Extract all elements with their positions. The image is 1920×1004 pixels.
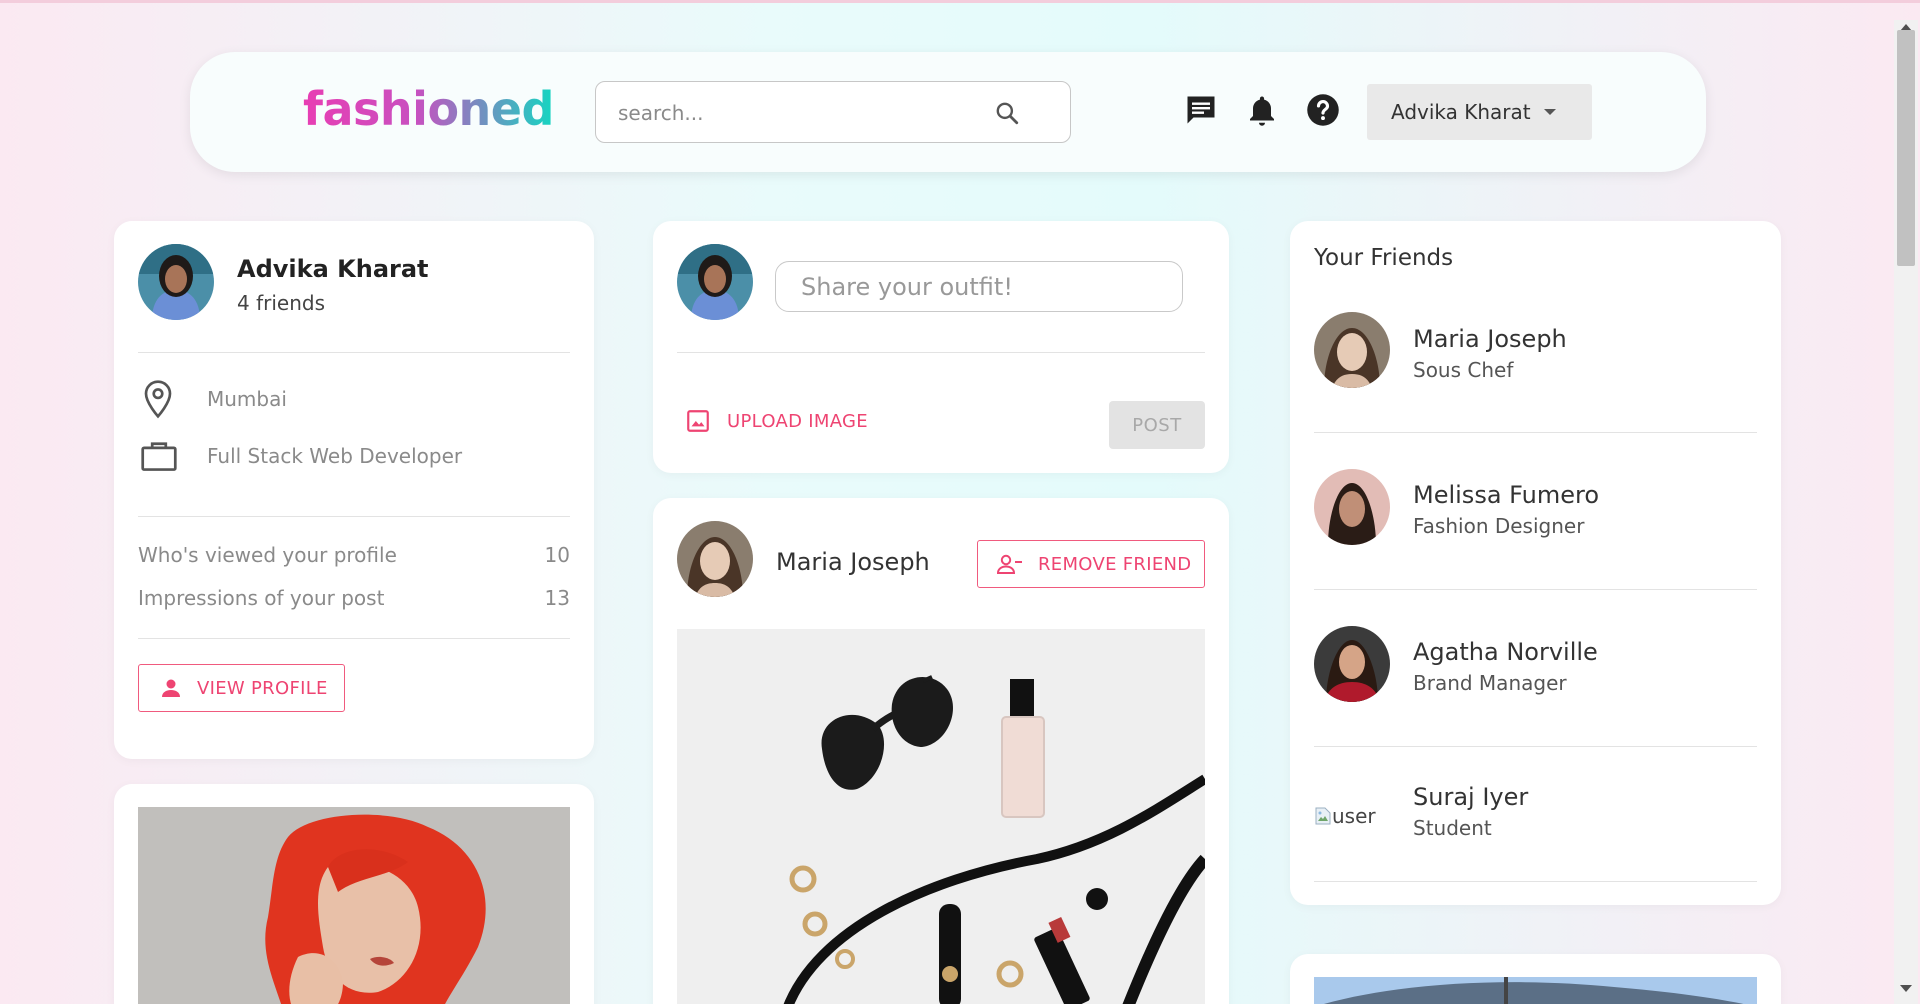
broken-image-alt: user	[1332, 804, 1376, 828]
friends-count: 4 friends	[237, 291, 325, 315]
advert-card	[114, 784, 594, 1004]
profile-card: Advika Kharat 4 friends Mumbai Full Stac…	[114, 221, 594, 759]
divider	[1314, 589, 1757, 590]
broken-image-icon	[1315, 807, 1331, 825]
search-input[interactable]	[618, 98, 978, 128]
stat-label-impressions: Impressions of your post	[138, 586, 385, 610]
feed-post-card: Maria Joseph REMOVE FRIEND	[653, 498, 1229, 1004]
share-outfit-input[interactable]: Share your outfit!	[775, 261, 1183, 312]
help-icon[interactable]	[1305, 92, 1341, 128]
right-image-card	[1290, 954, 1781, 1004]
friends-card-title: Your Friends	[1314, 245, 1454, 271]
occupation-text: Full Stack Web Developer	[207, 444, 463, 468]
friend-role: Student	[1413, 816, 1492, 840]
friends-card: Your Friends Maria Joseph Sous Chef Meli…	[1290, 221, 1781, 905]
remove-friend-button[interactable]: REMOVE FRIEND	[977, 540, 1205, 588]
friend-name[interactable]: Maria Joseph	[1413, 325, 1567, 353]
person-remove-icon	[996, 554, 1022, 574]
remove-friend-label: REMOVE FRIEND	[1038, 553, 1192, 575]
post-button[interactable]: POST	[1109, 401, 1205, 449]
friend-avatar[interactable]	[1314, 469, 1390, 545]
profile-name[interactable]: Advika Kharat	[237, 255, 429, 283]
view-profile-button[interactable]: VIEW PROFILE	[138, 664, 345, 712]
card-image	[1314, 977, 1757, 1004]
upload-image-button[interactable]: UPLOAD IMAGE	[685, 405, 868, 437]
post-author-avatar[interactable]	[677, 521, 753, 597]
divider	[138, 352, 570, 353]
friend-role: Brand Manager	[1413, 671, 1567, 695]
stat-value-impressions: 13	[544, 586, 570, 610]
divider	[677, 352, 1205, 353]
bell-icon[interactable]	[1244, 92, 1280, 128]
friend-name[interactable]: Agatha Norville	[1413, 638, 1598, 666]
divider	[1314, 746, 1757, 747]
view-profile-label: VIEW PROFILE	[197, 677, 328, 699]
upload-image-label: UPLOAD IMAGE	[727, 410, 868, 432]
location-text: Mumbai	[207, 387, 287, 411]
message-icon[interactable]	[1183, 92, 1219, 128]
stat-value-profile-views: 10	[544, 543, 570, 567]
scroll-down-arrow-icon[interactable]	[1900, 985, 1912, 992]
avatar[interactable]	[677, 244, 753, 320]
person-icon	[162, 679, 180, 697]
divider	[1314, 432, 1757, 433]
friend-name[interactable]: Melissa Fumero	[1413, 481, 1599, 509]
divider	[138, 516, 570, 517]
location-pin-icon	[144, 380, 172, 419]
search-icon[interactable]	[994, 100, 1020, 126]
friend-avatar-broken[interactable]: user	[1314, 801, 1376, 831]
window-top-border	[0, 0, 1920, 3]
scrollbar-thumb[interactable]	[1897, 30, 1915, 266]
post-image[interactable]	[677, 629, 1205, 1004]
friend-avatar[interactable]	[1314, 312, 1390, 388]
post-author-name[interactable]: Maria Joseph	[776, 548, 930, 576]
avatar[interactable]	[138, 244, 214, 320]
image-icon	[687, 410, 709, 432]
top-navbar: fashioned Advika Kharat	[190, 52, 1706, 172]
friend-avatar[interactable]	[1314, 626, 1390, 702]
user-menu-label: Advika Kharat	[1391, 100, 1531, 124]
app-logo[interactable]: fashioned	[303, 82, 554, 136]
post-composer-card: Share your outfit! UPLOAD IMAGE POST	[653, 221, 1229, 473]
fashion-model-image	[138, 807, 570, 1004]
friend-role: Sous Chef	[1413, 358, 1514, 382]
divider	[1314, 881, 1757, 882]
chevron-down-icon	[1544, 109, 1556, 115]
user-menu-dropdown[interactable]: Advika Kharat	[1367, 84, 1592, 140]
stat-label-profile-views: Who's viewed your profile	[138, 543, 397, 567]
search-box[interactable]	[595, 81, 1071, 143]
friend-name[interactable]: Suraj Iyer	[1413, 783, 1528, 811]
friend-role: Fashion Designer	[1413, 514, 1585, 538]
briefcase-icon	[141, 442, 177, 471]
divider	[138, 638, 570, 639]
